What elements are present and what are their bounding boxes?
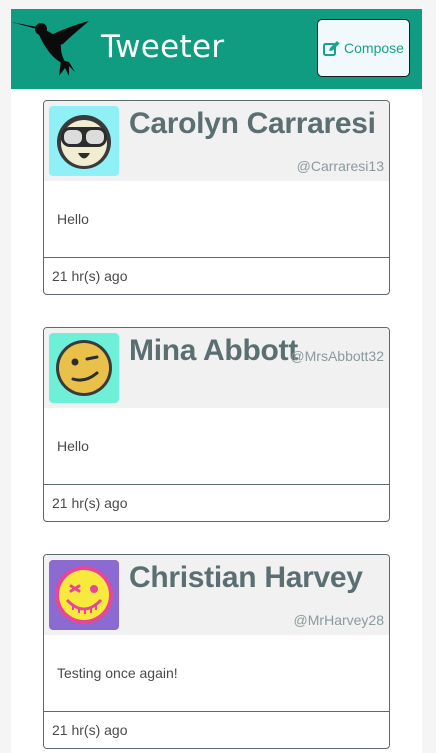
app-window: Tweeter Compose Carolyn Carraresi @Carra… [11,9,422,753]
tweet-card: Carolyn Carraresi @Carraresi13 Hello 21 … [43,100,390,295]
tweet-text: Testing once again! [44,635,389,712]
brand-title[interactable]: Tweeter [101,29,224,65]
stitched-grin-face-icon [55,566,113,624]
tweet-header: Mina Abbott @MrsAbbott32 [44,328,389,408]
avatar[interactable] [49,560,119,630]
tweet-timestamp: 21 hr(s) ago [52,722,128,738]
author-handle[interactable]: @MrHarvey28 [294,612,384,628]
tweet-header: Christian Harvey @MrHarvey28 [44,555,389,635]
author-name[interactable]: Christian Harvey [129,561,363,595]
tweet-timestamp: 21 hr(s) ago [52,268,128,284]
tweet-feed: Carolyn Carraresi @Carraresi13 Hello 21 … [11,89,422,753]
author-handle[interactable]: @Carraresi13 [297,158,384,174]
avatar[interactable] [49,333,119,403]
edit-icon [323,40,340,56]
tweet-text: Hello [44,408,389,485]
author-name[interactable]: Mina Abbott [129,334,298,368]
tweet-header: Carolyn Carraresi @Carraresi13 [44,101,389,181]
author-handle[interactable]: @MrsAbbott32 [290,348,384,364]
author-name[interactable]: Carolyn Carraresi [129,107,376,141]
winking-face-icon [56,340,112,396]
navbar: Tweeter Compose [11,9,422,89]
compose-button[interactable]: Compose [317,19,410,77]
avatar[interactable] [49,106,119,176]
goggles-face-icon [57,115,111,169]
hummingbird-icon[interactable] [11,16,91,76]
tweet-card: Christian Harvey @MrHarvey28 Testing onc… [43,554,390,749]
tweet-timestamp: 21 hr(s) ago [52,495,128,511]
tweet-text: Hello [44,181,389,258]
tweet-card: Mina Abbott @MrsAbbott32 Hello 21 hr(s) … [43,327,390,522]
compose-label: Compose [344,40,404,56]
